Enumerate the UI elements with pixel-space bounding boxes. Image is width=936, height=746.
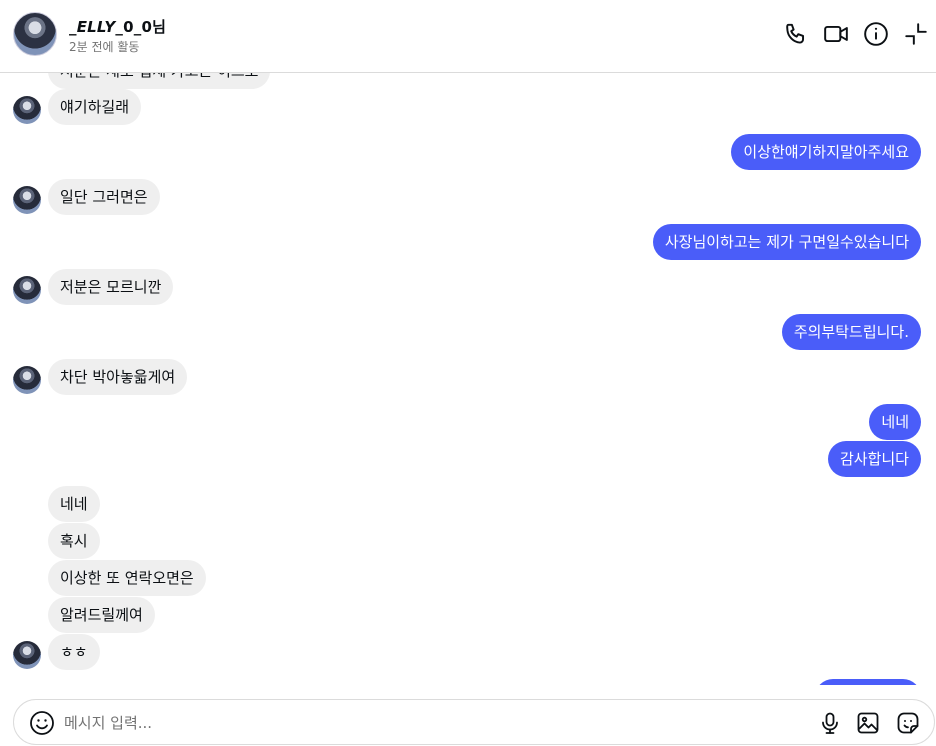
message-outgoing-partial[interactable] bbox=[815, 679, 921, 685]
message-outgoing[interactable]: 이상한얘기하지말아주세요 bbox=[731, 134, 921, 170]
emoji-icon[interactable] bbox=[28, 709, 56, 737]
microphone-icon[interactable] bbox=[816, 709, 844, 737]
avatar[interactable] bbox=[13, 12, 57, 56]
image-icon[interactable] bbox=[854, 709, 882, 737]
message-incoming[interactable]: 저분은 모르니깐 bbox=[48, 269, 174, 305]
message-outgoing[interactable]: 네네 bbox=[869, 404, 921, 440]
video-icon[interactable] bbox=[822, 20, 850, 48]
message-outgoing[interactable]: 감사합니다 bbox=[827, 441, 921, 477]
message-composer bbox=[13, 699, 935, 745]
message-input[interactable] bbox=[64, 711, 664, 735]
avatar[interactable] bbox=[13, 96, 41, 124]
message-incoming[interactable]: ㅎㅎ bbox=[48, 634, 100, 670]
message-incoming[interactable]: 차단 박아놓읇게여 bbox=[48, 359, 188, 395]
message-incoming[interactable]: 이상한 또 연락오면은 bbox=[48, 560, 206, 596]
chat-header: _ELLY_0_0님 2분 전에 활동 bbox=[0, 0, 936, 73]
avatar[interactable] bbox=[13, 276, 41, 304]
message-outgoing[interactable]: 사장님이하고는 제가 구면일수있습니다 bbox=[652, 224, 921, 260]
sticker-icon[interactable] bbox=[894, 709, 922, 737]
title-prefix: _ bbox=[69, 18, 77, 36]
message-incoming[interactable]: 일단 그러면은 bbox=[48, 179, 160, 215]
message-outgoing[interactable]: 주의부탁드립니다. bbox=[781, 314, 921, 350]
message-incoming[interactable]: 저분은 새로 업체 가고는 이으로 bbox=[48, 73, 271, 89]
conversation-title[interactable]: _ELLY_0_0님 bbox=[69, 16, 166, 37]
avatar[interactable] bbox=[13, 641, 41, 669]
message-incoming[interactable]: 네네 bbox=[48, 486, 100, 522]
message-thread[interactable]: 저분은 새로 업체 가고는 이으로 얘기하길래 이상한얘기하지말아주세요 일단 … bbox=[0, 73, 936, 685]
avatar[interactable] bbox=[13, 186, 41, 214]
minimize-icon[interactable] bbox=[902, 20, 930, 48]
message-incoming[interactable]: 알려드릴께여 bbox=[48, 597, 155, 633]
message-incoming[interactable]: 얘기하길래 bbox=[48, 89, 142, 125]
activity-status: 2분 전에 활동 bbox=[69, 40, 140, 54]
avatar[interactable] bbox=[13, 366, 41, 394]
title-italic: ELLY bbox=[76, 18, 116, 36]
title-suffix: _0_0님 bbox=[115, 18, 167, 36]
phone-icon[interactable] bbox=[782, 20, 810, 48]
info-icon[interactable] bbox=[862, 20, 890, 48]
message-incoming[interactable]: 혹시 bbox=[48, 523, 100, 559]
